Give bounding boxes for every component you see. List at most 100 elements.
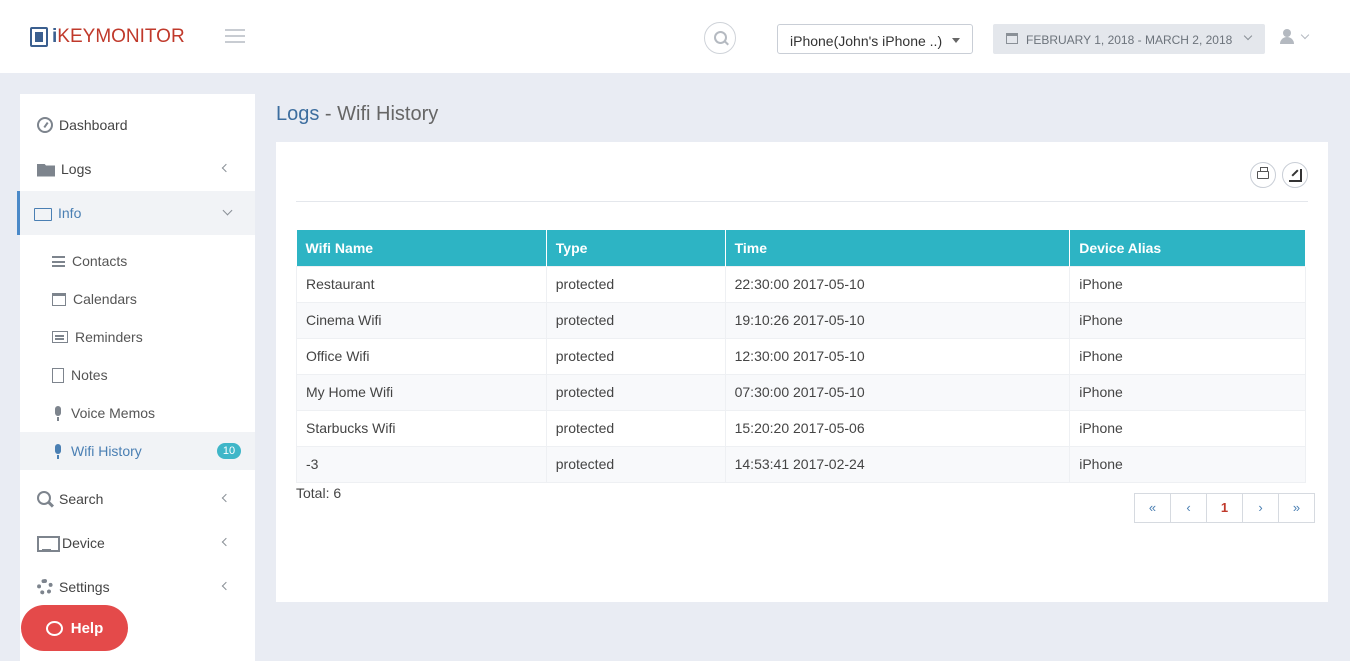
cell-wifi-name: Restaurant	[296, 265, 547, 303]
sidebar-item-info[interactable]: Info	[17, 191, 255, 235]
folder-icon	[37, 163, 55, 177]
table-header-row: Wifi Name Type Time Device Alias	[296, 230, 1306, 266]
divider	[296, 201, 1308, 202]
sidebar-subitem-notes[interactable]: Notes	[20, 356, 255, 394]
cell-time: 19:10:26 2017-05-10	[724, 301, 1071, 339]
cell-wifi-name: Starbucks Wifi	[296, 409, 547, 447]
table-row: My Home Wifi protected 07:30:00 2017-05-…	[296, 373, 1306, 411]
cell-wifi-name: Office Wifi	[296, 337, 547, 375]
user-icon[interactable]	[1280, 29, 1294, 45]
count-badge: 10	[217, 443, 241, 459]
help-label: Help	[70, 619, 104, 637]
column-header-wifi-name[interactable]: Wifi Name	[296, 230, 547, 266]
table-row: -3 protected 14:53:41 2017-02-24 iPhone	[296, 445, 1306, 483]
cell-type: protected	[545, 337, 726, 375]
logo-monitor: MONITOR	[95, 26, 185, 47]
title-separator: -	[319, 103, 338, 125]
cell-time: 14:53:41 2017-02-24	[724, 445, 1071, 483]
pagination-next-button[interactable]: ›	[1242, 493, 1279, 523]
date-range-picker[interactable]: FEBRUARY 1, 2018 - MARCH 2, 2018	[993, 24, 1265, 54]
cell-time: 15:20:20 2017-05-06	[724, 409, 1071, 447]
cell-time: 07:30:00 2017-05-10	[724, 373, 1071, 411]
chevron-left-icon	[221, 493, 231, 503]
sidebar-subitem-label: Notes	[71, 367, 108, 383]
pagination-first-button[interactable]: «	[1134, 493, 1171, 523]
cell-wifi-name: My Home Wifi	[296, 373, 547, 411]
cell-device-alias: iPhone	[1069, 409, 1306, 447]
pagination-last-button[interactable]: »	[1278, 493, 1315, 523]
sidebar-subitem-label: Voice Memos	[71, 405, 156, 421]
table-row: Office Wifi protected 12:30:00 2017-05-1…	[296, 337, 1306, 375]
sidebar-subitem-contacts[interactable]: Contacts	[20, 242, 255, 280]
logo-icon	[30, 27, 48, 47]
sidebar-subitem-calendars[interactable]: Calendars	[20, 280, 255, 318]
sidebar-subitem-label: Wifi History	[71, 443, 142, 459]
pagination: « ‹ 1 › »	[1134, 493, 1315, 523]
sidebar-subitem-label: Contacts	[72, 253, 128, 269]
chevron-left-icon	[221, 163, 231, 173]
pagination-prev-button[interactable]: ‹	[1170, 493, 1207, 523]
gear-icon	[37, 579, 53, 595]
sidebar-item-label: Settings	[59, 579, 110, 595]
cell-device-alias: iPhone	[1069, 445, 1306, 483]
column-header-type[interactable]: Type	[546, 230, 726, 266]
cell-device-alias: iPhone	[1069, 373, 1306, 411]
search-icon	[37, 491, 53, 507]
cell-time: 22:30:00 2017-05-10	[724, 265, 1071, 303]
dashboard-icon	[37, 117, 53, 133]
cell-wifi-name: Cinema Wifi	[296, 301, 547, 339]
chevron-down-icon	[1243, 31, 1253, 41]
table-row: Cinema Wifi protected 19:10:26 2017-05-1…	[296, 301, 1306, 339]
sidebar-item-dashboard[interactable]: Dashboard	[20, 103, 255, 147]
cell-device-alias: iPhone	[1069, 301, 1306, 339]
sidebar-item-label: Info	[58, 205, 82, 221]
calendar-icon	[1006, 33, 1018, 44]
hamburger-menu-icon[interactable]	[225, 29, 245, 43]
monitor-icon	[37, 535, 60, 552]
export-icon	[1289, 169, 1302, 182]
sidebar: Dashboard Logs Info Contacts Calendars R…	[17, 94, 255, 661]
sidebar-subitem-wifi-history[interactable]: Wifi History 10	[20, 432, 255, 470]
print-icon	[1257, 167, 1269, 179]
sidebar-item-label: Device	[62, 535, 105, 551]
cell-device-alias: iPhone	[1069, 265, 1306, 303]
user-menu-chevron-icon[interactable]	[1300, 30, 1310, 40]
print-button[interactable]	[1250, 162, 1276, 188]
sidebar-item-logs[interactable]: Logs	[20, 147, 255, 191]
export-button[interactable]	[1282, 162, 1308, 188]
cell-type: protected	[545, 301, 726, 339]
calendar-icon	[52, 292, 66, 306]
column-header-time[interactable]: Time	[725, 230, 1071, 266]
folder-open-icon	[34, 207, 52, 221]
date-range-value: FEBRUARY 1, 2018 - MARCH 2, 2018	[1026, 33, 1233, 47]
sidebar-item-search[interactable]: Search	[20, 477, 255, 521]
cell-type: protected	[545, 265, 726, 303]
cell-wifi-name: -3	[296, 445, 547, 483]
caret-down-icon	[952, 38, 960, 43]
table-row: Starbucks Wifi protected 15:20:20 2017-0…	[296, 409, 1306, 447]
sidebar-subitem-label: Calendars	[73, 291, 137, 307]
cell-time: 12:30:00 2017-05-10	[724, 337, 1071, 375]
page-title-text: Wifi History	[337, 103, 439, 125]
search-icon[interactable]	[704, 22, 736, 54]
breadcrumb-logs[interactable]: Logs	[276, 103, 319, 125]
notes-icon	[52, 367, 64, 383]
device-select-value: iPhone(John's iPhone ..)	[790, 33, 943, 49]
sidebar-subitem-voice-memos[interactable]: Voice Memos	[20, 394, 255, 432]
device-select[interactable]: iPhone(John's iPhone ..)	[777, 24, 973, 54]
sidebar-item-device[interactable]: Device	[20, 521, 255, 565]
cell-type: protected	[545, 373, 726, 411]
table-row: Restaurant protected 22:30:00 2017-05-10…	[296, 265, 1306, 303]
reminders-icon	[52, 331, 68, 343]
app-logo[interactable]: iKEYMONITOR	[30, 26, 185, 48]
cell-type: protected	[545, 445, 726, 483]
pagination-page-1[interactable]: 1	[1206, 493, 1243, 523]
column-header-device-alias[interactable]: Device Alias	[1069, 230, 1306, 266]
help-button[interactable]: Help	[21, 605, 128, 651]
page-title: Logs - Wifi History	[276, 103, 438, 126]
sidebar-item-label: Dashboard	[59, 117, 128, 133]
chat-bubble-icon	[45, 620, 63, 636]
sidebar-item-label: Search	[59, 491, 104, 507]
sidebar-subitem-reminders[interactable]: Reminders	[20, 318, 255, 356]
sidebar-item-settings[interactable]: Settings	[20, 565, 255, 609]
